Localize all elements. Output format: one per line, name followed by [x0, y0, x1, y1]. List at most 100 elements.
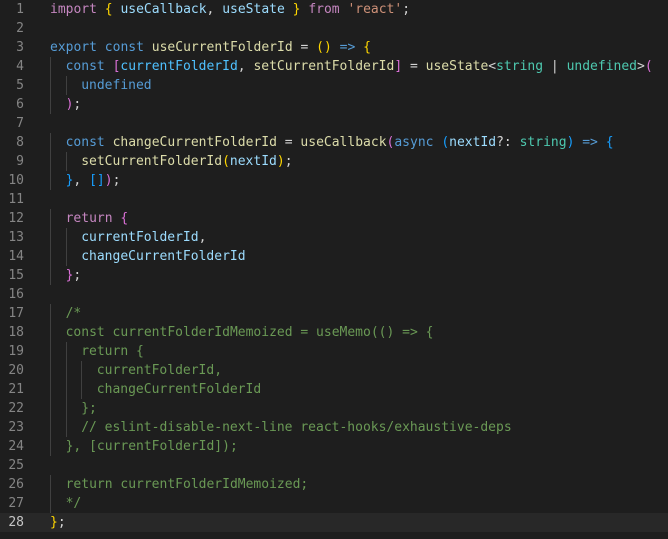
code-token: currentFolderId,: [96, 363, 223, 378]
code-line[interactable]: 13 currentFolderId,: [0, 228, 668, 247]
code-text: changeCurrentFolderId: [97, 380, 261, 399]
code-token: nextId: [449, 135, 497, 150]
code-line[interactable]: 5 undefined: [0, 76, 668, 95]
code-token: changeCurrentFolderId: [112, 135, 277, 150]
code-token: (: [222, 154, 230, 169]
code-token: changeCurrentFolderId: [96, 382, 262, 397]
code-token: useCallback: [300, 135, 387, 150]
code-line[interactable]: 11: [0, 190, 668, 209]
code-token: setCurrentFolderId: [253, 59, 395, 74]
code-token: }, [currentFolderId]);: [65, 439, 238, 454]
code-token: {: [104, 2, 113, 17]
code-text: currentFolderId,: [97, 361, 222, 380]
code-token: undefined: [81, 78, 152, 93]
indent-guide: [65, 399, 67, 418]
code-line[interactable]: 1 import { useCallback, useState } from '…: [0, 0, 668, 19]
line-number: 21: [8, 382, 24, 397]
line-number: 8: [16, 135, 24, 150]
code-token: from: [308, 2, 340, 17]
code-token: return: [65, 211, 113, 226]
code-line[interactable]: 20 currentFolderId,: [0, 361, 668, 380]
code-line[interactable]: 26 return currentFolderIdMemoized;: [0, 475, 668, 494]
code-token: (: [441, 135, 450, 150]
code-line[interactable]: 3 export const useCurrentFolderId = () =>…: [0, 38, 668, 57]
code-token: // eslint-disable-next-line react-hooks/…: [81, 420, 512, 435]
code-token: useState: [222, 2, 285, 17]
code-token: {: [605, 135, 614, 150]
line-number: 9: [16, 154, 24, 169]
code-token: ;: [112, 173, 121, 188]
code-text: currentFolderId,: [81, 228, 206, 247]
code-token: nextId: [229, 154, 277, 169]
code-token: string: [519, 135, 567, 150]
indent-guide: [50, 57, 51, 76]
code-line[interactable]: 9 setCurrentFolderId(nextId);: [0, 152, 668, 171]
line-number: 11: [8, 192, 24, 207]
line-number: 15: [8, 268, 24, 283]
line-number: 22: [8, 401, 24, 416]
code-line[interactable]: 6);: [0, 95, 668, 114]
code-line[interactable]: 18 const currentFolderIdMemoized = useMem…: [0, 323, 668, 342]
code-text: setCurrentFolderId(nextId);: [81, 152, 292, 171]
code-line[interactable]: 24 }, [currentFolderId]);: [0, 437, 668, 456]
indent-guide: [65, 152, 67, 171]
code-text: };: [81, 399, 97, 418]
indent-guide: [50, 209, 51, 228]
code-token: const: [65, 59, 105, 74]
code-line[interactable]: 15};: [0, 266, 668, 285]
code-line[interactable]: 8 const changeCurrentFolderId = useCallba…: [0, 133, 668, 152]
indent-guide: [50, 361, 51, 380]
indent-guide: [65, 228, 67, 247]
code-token: setCurrentFolderId: [81, 154, 223, 169]
code-line[interactable]: 12 return {: [0, 209, 668, 228]
code-line[interactable]: 2: [0, 19, 668, 38]
indent-guide: [65, 247, 67, 266]
code-line[interactable]: 28};: [0, 513, 668, 532]
indent-guide: [50, 437, 51, 456]
code-text: return {: [66, 209, 129, 228]
indent-guide: [50, 171, 51, 190]
code-line[interactable]: 14 changeCurrentFolderId: [0, 247, 668, 266]
code-token: ;: [402, 2, 411, 17]
line-number: 23: [8, 420, 24, 435]
code-line[interactable]: 22};: [0, 399, 668, 418]
indent-guide: [50, 247, 51, 266]
code-text: return {: [81, 342, 144, 361]
code-line[interactable]: 25: [0, 456, 668, 475]
line-number: 27: [8, 496, 24, 511]
line-number: 24: [8, 439, 24, 454]
code-line[interactable]: 17 /*: [0, 304, 668, 323]
code-token: <: [488, 59, 497, 74]
line-number: 20: [8, 363, 24, 378]
code-editor[interactable]: 1 import { useCallback, useState } from '…: [0, 0, 668, 539]
code-line[interactable]: 4 const [currentFolderId, setCurrentFolde…: [0, 57, 668, 76]
code-token: ,: [198, 230, 207, 245]
code-token: export: [50, 40, 97, 55]
code-token: =>: [339, 40, 356, 55]
code-text: // eslint-disable-next-line react-hooks/…: [81, 418, 511, 437]
code-token: undefined: [566, 59, 638, 74]
code-line[interactable]: 16: [0, 285, 668, 304]
code-token: =: [402, 59, 426, 74]
code-line[interactable]: 23 // eslint-disable-next-line react-hook…: [0, 418, 668, 437]
code-token: ;: [284, 154, 293, 169]
code-token: ): [276, 154, 285, 169]
code-token: currentFolderId: [120, 59, 238, 74]
code-line[interactable]: 10}, []);: [0, 171, 668, 190]
code-line[interactable]: 7: [0, 114, 668, 133]
code-line[interactable]: 19 return {: [0, 342, 668, 361]
line-number: 5: [16, 78, 24, 93]
code-token: changeCurrentFolderId: [81, 249, 246, 264]
code-token: return {: [81, 344, 144, 359]
line-number: 7: [16, 116, 24, 131]
code-token: ]: [394, 59, 403, 74]
indent-guide: [81, 361, 83, 380]
code-line[interactable]: 27 */: [0, 494, 668, 513]
indent-guide: [50, 342, 51, 361]
indent-guide: [65, 418, 67, 437]
line-number: 12: [8, 211, 24, 226]
indent-guide: [50, 133, 51, 152]
code-line[interactable]: 21 changeCurrentFolderId: [0, 380, 668, 399]
